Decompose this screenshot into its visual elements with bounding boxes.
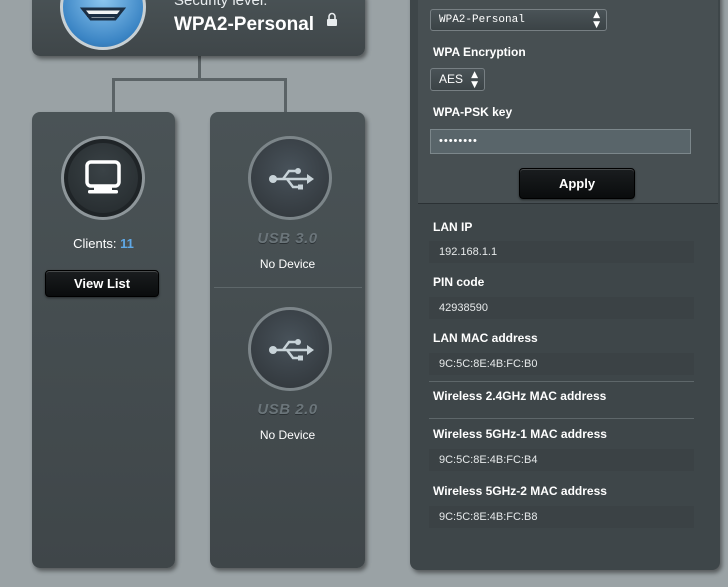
encryption-value: AES [439,72,464,86]
usb2-status: No Device [259,428,316,442]
view-list-button[interactable]: View List [45,270,159,297]
info-divider [429,381,694,382]
usb3-circle[interactable] [248,136,332,220]
lan-mac-value: 9C:5C:8E:4B:FC:B0 [429,353,694,375]
encryption-select[interactable]: AES ▲ ▼ [430,68,485,91]
encryption-label: WPA Encryption [433,45,526,59]
select-arrows-icon: ▲ ▼ [593,10,600,30]
usb-panel: USB 3.0 No Device USB 2.0 No Device [210,112,365,568]
tree-connector-vertical [198,56,201,80]
select-arrows-icon: ▲ ▼ [471,70,478,90]
tree-connector-horizontal [112,78,287,81]
pin-code-value: 42938590 [429,297,694,319]
clients-label: Clients: [73,236,117,251]
apply-button[interactable]: Apply [519,168,635,199]
lock-icon [327,12,337,26]
monitor-icon [85,160,121,194]
info-divider [429,418,694,419]
usb3-status: No Device [259,257,316,271]
usb-divider [214,287,362,288]
usb-icon [269,339,314,361]
security-level-label: Security level: [174,0,268,9]
wireless-5g2-mac-value: 9C:5C:8E:4B:FC:B8 [429,506,694,528]
tree-connector-right [284,78,287,112]
usb-icon [269,168,314,190]
wireless-5g1-mac-value: 9C:5C:8E:4B:FC:B4 [429,449,694,471]
auth-method-select[interactable]: WPA2-Personal ▲ ▼ [430,9,607,31]
security-level-value: WPA2-Personal [174,14,315,35]
tree-connector-left [112,78,115,112]
psk-input[interactable]: •••••••• [430,129,691,154]
clients-panel: Clients: 11 View List [32,112,175,568]
lan-mac-label: LAN MAC address [433,331,538,345]
clients-circle[interactable] [61,136,145,220]
clients-count[interactable]: 11 [120,236,134,251]
wireless-5g1-mac-label: Wireless 5GHz-1 MAC address [433,427,607,441]
wireless-5g2-mac-label: Wireless 5GHz-2 MAC address [433,484,607,498]
psk-label: WPA-PSK key [433,105,513,119]
router-icon [79,7,127,21]
router-icon-circle[interactable] [60,0,146,50]
auth-method-value: WPA2-Personal [439,14,525,26]
clients-info: Clients: 11 [32,236,175,251]
pin-code-label: PIN code [433,275,485,289]
lan-ip-label: LAN IP [433,220,473,234]
usb2-label: USB 2.0 [257,401,318,418]
usb3-label: USB 3.0 [257,230,318,247]
usb2-circle[interactable] [248,307,332,391]
lan-ip-value: 192.168.1.1 [429,241,694,263]
wireless-24-mac-label: Wireless 2.4GHz MAC address [433,389,607,403]
router-status-panel[interactable]: Security level: WPA2-Personal [32,0,365,56]
